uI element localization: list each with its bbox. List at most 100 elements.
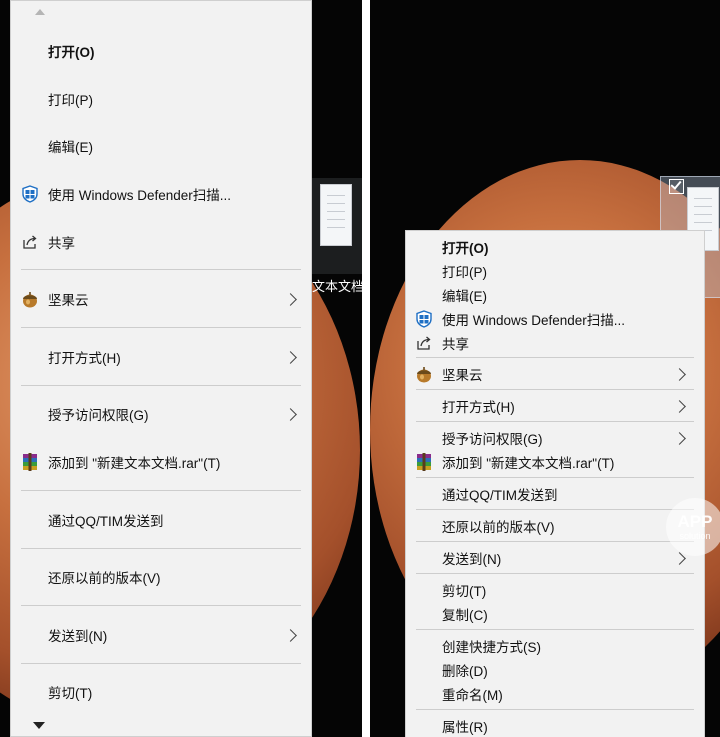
menu-item-edit[interactable]: 编辑(E) [406, 284, 704, 306]
selection-checkbox-icon[interactable] [669, 178, 684, 194]
menu-separator [416, 509, 694, 510]
menu-item-label: 还原以前的版本(V) [48, 571, 161, 586]
menu-item-label: 还原以前的版本(V) [442, 520, 555, 535]
menu-item-label: 使用 Windows Defender扫描... [442, 313, 626, 328]
menu-item-label: 重命名(M) [442, 688, 503, 703]
menu-item-label: 发送到(N) [442, 552, 502, 567]
submenu-chevron-right-icon [284, 293, 297, 306]
menu-item-label: 打开(O) [48, 45, 95, 60]
scroll-down-arrow-icon[interactable] [33, 722, 45, 729]
menu-item-open[interactable]: 打开(O) [11, 37, 311, 65]
menu-item-restore-previous-versions[interactable]: 还原以前的版本(V) [406, 515, 704, 537]
menu-item-rename[interactable]: 重命名(M) [406, 683, 704, 705]
menu-item-open-with[interactable]: 打开方式(H) [11, 343, 311, 371]
menu-separator [416, 421, 694, 422]
menu-item-copy[interactable]: 复制(C) [406, 603, 704, 625]
menu-item-edit[interactable]: 编辑(E) [11, 132, 311, 160]
menu-item-label: 坚果云 [442, 368, 483, 383]
menu-item-label: 复制(C) [442, 608, 488, 623]
menu-item-label: 属性(R) [442, 720, 488, 735]
menu-separator [21, 269, 301, 270]
menu-separator [21, 490, 301, 491]
menu-item-label: 剪切(T) [48, 686, 93, 701]
menu-separator [416, 357, 694, 358]
menu-item-label: 删除(D) [442, 664, 488, 679]
menu-item-label: 剪切(T) [442, 584, 487, 599]
scroll-up-arrow-icon[interactable] [35, 9, 45, 15]
menu-item-open[interactable]: 打开(O) [406, 236, 704, 258]
menu-item-label: 打开方式(H) [48, 351, 121, 366]
submenu-chevron-right-icon [284, 629, 297, 642]
menu-separator [416, 573, 694, 574]
right-screenshot-panel: 打开(O) 打印(P) 编辑(E) 使用 Windows Defender扫描.… [370, 0, 720, 737]
menu-item-label: 添加到 "新建文本文档.rar"(T) [48, 456, 221, 471]
context-menu-compact: 打开(O) 打印(P) 编辑(E) 使用 Windows Defender扫描.… [405, 230, 705, 737]
winrar-icon [23, 453, 37, 471]
menu-item-nutstore[interactable]: 坚果云 [11, 285, 311, 313]
menu-separator [21, 327, 301, 328]
menu-item-label: 坚果云 [48, 293, 89, 308]
menu-item-properties[interactable]: 属性(R) [406, 715, 704, 737]
menu-item-add-to-rar[interactable]: 添加到 "新建文本文档.rar"(T) [406, 451, 704, 473]
menu-item-share[interactable]: 共享 [406, 332, 704, 354]
submenu-chevron-right-icon [284, 351, 297, 364]
menu-item-send-via-qq-tim[interactable]: 通过QQ/TIM发送到 [406, 483, 704, 505]
watermark-subtext: solution [679, 531, 711, 541]
panel-divider [362, 0, 370, 737]
menu-item-delete[interactable]: 删除(D) [406, 659, 704, 681]
menu-item-print[interactable]: 打印(P) [11, 85, 311, 113]
context-menu-expanded: 打开(O) 打印(P) 编辑(E) 使用 Windows Defender扫描.… [10, 0, 312, 737]
menu-item-label: 添加到 "新建文本文档.rar"(T) [442, 456, 615, 471]
menu-separator [416, 629, 694, 630]
menu-item-open-with[interactable]: 打开方式(H) [406, 395, 704, 417]
windows-defender-shield-icon [416, 310, 432, 328]
menu-item-label: 共享 [48, 236, 75, 251]
menu-item-create-shortcut[interactable]: 创建快捷方式(S) [406, 635, 704, 657]
menu-separator [21, 548, 301, 549]
menu-item-label: 授予访问权限(G) [442, 432, 543, 447]
share-icon [23, 235, 37, 249]
submenu-chevron-right-icon [673, 432, 686, 445]
menu-separator [21, 663, 301, 664]
menu-item-label: 打印(P) [442, 265, 487, 280]
text-file-icon[interactable] [312, 178, 362, 274]
submenu-chevron-right-icon [673, 400, 686, 413]
menu-item-add-to-rar[interactable]: 添加到 "新建文本文档.rar"(T) [11, 448, 311, 476]
menu-separator [416, 541, 694, 542]
submenu-chevron-right-icon [673, 368, 686, 381]
menu-item-label: 通过QQ/TIM发送到 [48, 514, 164, 529]
menu-item-label: 创建快捷方式(S) [442, 640, 541, 655]
menu-item-cut[interactable]: 剪切(T) [11, 678, 311, 706]
menu-separator [416, 389, 694, 390]
menu-separator [21, 605, 301, 606]
menu-item-cut[interactable]: 剪切(T) [406, 579, 704, 601]
left-screenshot-panel: 文本文档 打开(O) 打印(P) 编辑(E) 使用 Windows Defend… [0, 0, 362, 737]
share-icon [417, 336, 431, 350]
app-solution-watermark-logo: APP solution [666, 498, 720, 556]
windows-defender-shield-icon [22, 185, 38, 203]
winrar-icon [417, 453, 431, 471]
menu-item-label: 授予访问权限(G) [48, 408, 149, 423]
menu-item-label: 共享 [442, 337, 469, 352]
watermark-text: APP [677, 512, 713, 531]
menu-item-print[interactable]: 打印(P) [406, 260, 704, 282]
menu-item-share[interactable]: 共享 [11, 228, 311, 256]
menu-item-send-to[interactable]: 发送到(N) [406, 547, 704, 569]
menu-item-restore-previous-versions[interactable]: 还原以前的版本(V) [11, 563, 311, 591]
menu-item-grant-access[interactable]: 授予访问权限(G) [406, 427, 704, 449]
menu-item-defender-scan[interactable]: 使用 Windows Defender扫描... [406, 308, 704, 330]
menu-item-label: 编辑(E) [442, 289, 487, 304]
menu-item-nutstore[interactable]: 坚果云 [406, 363, 704, 385]
menu-item-grant-access[interactable]: 授予访问权限(G) [11, 400, 311, 428]
menu-item-label: 通过QQ/TIM发送到 [442, 488, 558, 503]
nutstore-acorn-icon [417, 367, 431, 383]
menu-item-label: 打开(O) [442, 241, 489, 256]
nutstore-acorn-icon [23, 292, 37, 308]
file-name-label: 文本文档 [312, 279, 362, 294]
menu-item-label: 打印(P) [48, 93, 93, 108]
document-sheet-icon [320, 184, 352, 246]
submenu-chevron-right-icon [284, 408, 297, 421]
menu-item-send-via-qq-tim[interactable]: 通过QQ/TIM发送到 [11, 506, 311, 534]
menu-item-defender-scan[interactable]: 使用 Windows Defender扫描... [11, 180, 311, 208]
menu-item-send-to[interactable]: 发送到(N) [11, 621, 311, 649]
